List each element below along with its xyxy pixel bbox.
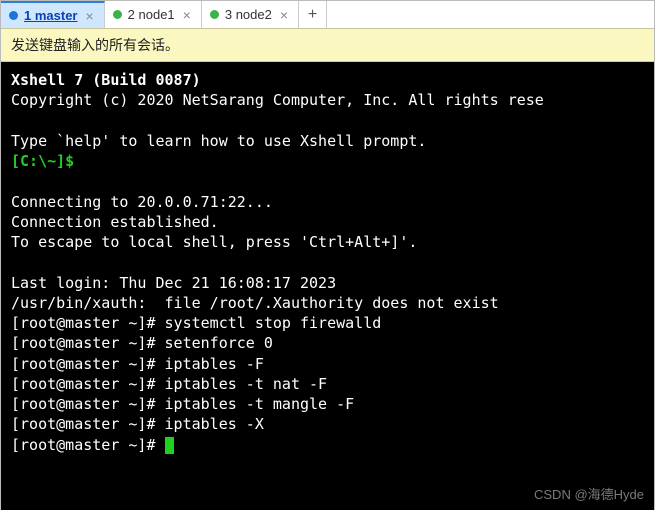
shell-command: iptables -F: [165, 355, 264, 373]
add-tab-button[interactable]: +: [299, 1, 327, 28]
shell-prompt: [root@master ~]#: [11, 334, 156, 352]
tab-node2[interactable]: 3 node2 ×: [202, 1, 299, 28]
terminal-xauth: /usr/bin/xauth: file /root/.Xauthority d…: [11, 294, 499, 312]
tab-bar: 1 master × 2 node1 × 3 node2 × +: [1, 1, 654, 29]
shell-command: iptables -X: [165, 415, 264, 433]
shell-command: setenforce 0: [165, 334, 273, 352]
shell-prompt: [root@master ~]#: [11, 415, 156, 433]
terminal-escape: To escape to local shell, press 'Ctrl+Al…: [11, 233, 417, 251]
terminal[interactable]: Xshell 7 (Build 0087) Copyright (c) 2020…: [1, 62, 654, 510]
terminal-copyright: Copyright (c) 2020 NetSarang Computer, I…: [11, 91, 544, 109]
shell-command: iptables -t nat -F: [165, 375, 328, 393]
tab-label: 1 master: [24, 8, 77, 23]
watermark: CSDN @海德Hyde: [534, 486, 644, 504]
close-icon[interactable]: ×: [181, 8, 193, 22]
shell-command: systemctl stop firewalld: [165, 314, 382, 332]
local-prompt: [C:\~]$: [11, 152, 74, 170]
shell-prompt: [root@master ~]#: [11, 314, 156, 332]
close-icon[interactable]: ×: [83, 9, 95, 23]
close-icon[interactable]: ×: [278, 8, 290, 22]
terminal-banner: Xshell 7 (Build 0087): [11, 71, 201, 89]
cursor-icon: [165, 437, 174, 454]
broadcast-notice: 发送键盘输入的所有会话。: [1, 29, 654, 62]
terminal-connecting: Connecting to 20.0.0.71:22...: [11, 193, 273, 211]
tab-node1[interactable]: 2 node1 ×: [105, 1, 202, 28]
terminal-established: Connection established.: [11, 213, 219, 231]
shell-command: iptables -t mangle -F: [165, 395, 355, 413]
shell-prompt: [root@master ~]#: [11, 436, 156, 454]
terminal-lastlogin: Last login: Thu Dec 21 16:08:17 2023: [11, 274, 336, 292]
status-dot-icon: [9, 11, 18, 20]
shell-prompt: [root@master ~]#: [11, 395, 156, 413]
shell-prompt: [root@master ~]#: [11, 355, 156, 373]
status-dot-icon: [210, 10, 219, 19]
tab-label: 2 node1: [128, 7, 175, 22]
terminal-helpline: Type `help' to learn how to use Xshell p…: [11, 132, 426, 150]
status-dot-icon: [113, 10, 122, 19]
shell-prompt: [root@master ~]#: [11, 375, 156, 393]
tab-master[interactable]: 1 master ×: [1, 1, 105, 28]
tab-label: 3 node2: [225, 7, 272, 22]
